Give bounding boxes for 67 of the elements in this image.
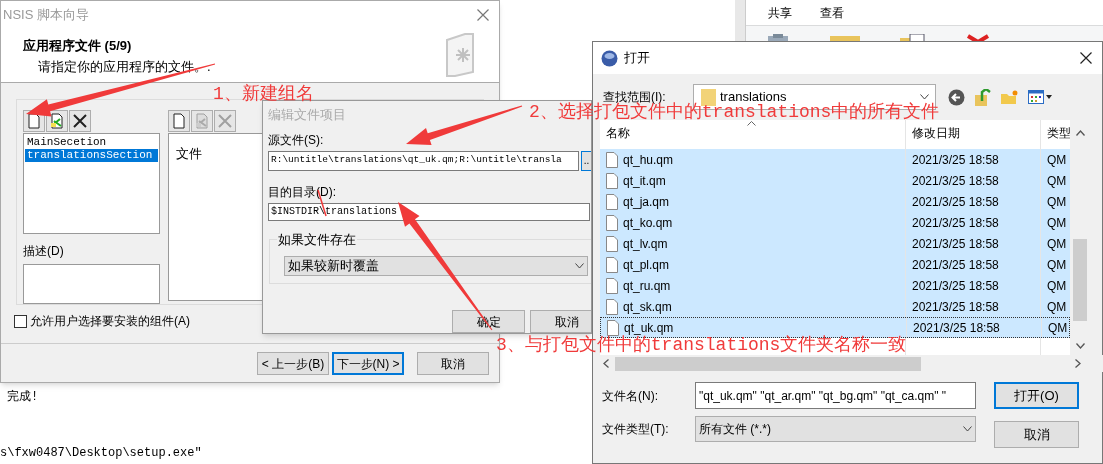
file-type: QM	[1047, 172, 1067, 190]
file-date: 2021/3/25 18:58	[912, 214, 999, 232]
button[interactable]: 下一步(N) >	[332, 352, 404, 375]
filename-field[interactable]: "qt_uk.qm" "qt_ar.qm" "qt_bg.qm" "qt_ca.qm" "	[695, 382, 976, 409]
file-name: qt_lv.qm	[623, 235, 668, 253]
file-name: qt_pl.qm	[623, 256, 670, 274]
description-label: 描述(D)	[23, 243, 65, 261]
file-type: QM	[1047, 277, 1067, 295]
file-row[interactable]: qt_it.qm 2021/3/25 18:58 QM	[600, 170, 1070, 191]
file-date: 2021/3/25 18:58	[912, 151, 999, 169]
file-date: 2021/3/25 18:58	[912, 193, 999, 211]
file-date: 2021/3/25 18:58	[912, 298, 999, 316]
ribbon-tab[interactable]: 共享	[768, 3, 792, 22]
file-date: 2021/3/25 18:58	[913, 319, 1000, 337]
overwrite-dropdown[interactable]: 如果较新时覆盖	[284, 256, 588, 277]
file-type: QM	[1047, 235, 1067, 253]
button[interactable]: 打开(O)	[994, 382, 1079, 409]
page-heading: 应用程序文件 (5/9)	[23, 37, 133, 55]
list-item[interactable]: MainSecetion	[25, 136, 158, 149]
ribbon-tab[interactable]: 查看	[820, 3, 844, 22]
file-row[interactable]: qt_sk.qm 2021/3/25 18:58 QM	[600, 296, 1070, 317]
file-row[interactable]: qt_lv.qm 2021/3/25 18:58 QM	[600, 233, 1070, 254]
file-type: QM	[1047, 214, 1067, 232]
console-line: 完成!	[6, 389, 40, 406]
file-type: QM	[1047, 256, 1067, 274]
list-item[interactable]: translationsSection	[25, 149, 158, 162]
file-row[interactable]: qt_hu.qm 2021/3/25 18:58 QM	[600, 149, 1070, 170]
file-name: qt_hu.qm	[623, 151, 674, 169]
file-date: 2021/3/25 18:58	[912, 172, 999, 190]
file-row[interactable]: qt_pl.qm 2021/3/25 18:58 QM	[600, 254, 1070, 275]
file-type: QM	[1047, 151, 1067, 169]
file-name: qt_it.qm	[623, 172, 666, 190]
column-header[interactable]: 类型	[1047, 124, 1071, 142]
field-label: 目的目录(D):	[268, 183, 336, 201]
file-name: qt_ja.qm	[623, 193, 670, 211]
file-date: 2021/3/25 18:58	[912, 256, 999, 274]
file-type: QM	[1047, 193, 1067, 211]
console-line: s\fxw0487\Desktop\setup.exe"	[0, 445, 203, 462]
annotation-text: 1、新建组名	[213, 85, 314, 103]
file-name: qt_sk.qm	[623, 298, 672, 316]
file-name: qt_uk.qm	[624, 319, 674, 335]
dialog-title: 打开	[624, 49, 650, 68]
field-label: 查找范围(I):	[603, 89, 666, 104]
file-row[interactable]: qt_ko.qm 2021/3/25 18:58 QM	[600, 212, 1070, 233]
file-type: QM	[1048, 319, 1068, 337]
file-row[interactable]: qt_ru.qm 2021/3/25 18:58 QM	[600, 275, 1070, 296]
file-name: qt_ko.qm	[623, 214, 673, 232]
file-date: 2021/3/25 18:58	[912, 235, 999, 253]
file-row[interactable]: qt_ja.qm 2021/3/25 18:58 QM	[600, 191, 1070, 212]
file-name: qt_ru.qm	[623, 277, 671, 295]
window-title: NSIS 脚本向导	[3, 5, 89, 24]
button[interactable]: 取消	[994, 421, 1079, 448]
column-header[interactable]: 名称	[606, 124, 630, 142]
dialog-title: 编辑文件项目	[268, 106, 346, 124]
field-label: 源文件(S):	[268, 131, 324, 149]
button[interactable]: 取消	[417, 352, 489, 375]
field-label: 文件类型(T):	[602, 421, 670, 438]
button[interactable]: 取消	[530, 310, 591, 333]
field-label: 文件名(N):	[602, 387, 659, 405]
file-type-dropdown[interactable]: 所有文件 (*.*)	[695, 416, 976, 442]
column-header[interactable]: 修改日期	[912, 124, 960, 142]
file-date: 2021/3/25 18:58	[912, 277, 999, 295]
browse-button[interactable]: ..	[581, 150, 591, 171]
button[interactable]: < 上一步(B)	[257, 352, 329, 375]
file-type: QM	[1047, 298, 1067, 316]
source-field[interactable]: R:\untitle\translations\qt_uk.qm;R:\untitle\transla	[268, 150, 579, 171]
checkbox-label: 允许用户选择要安装的组件(A)	[30, 313, 190, 330]
